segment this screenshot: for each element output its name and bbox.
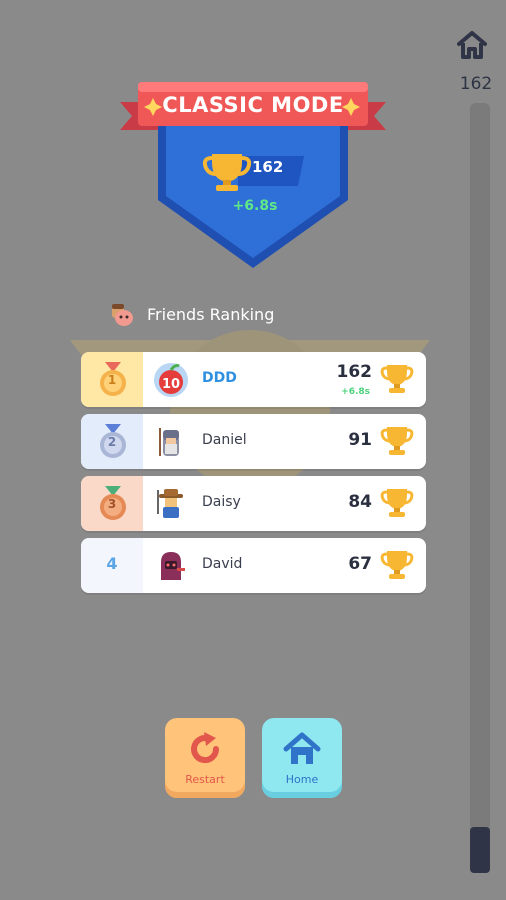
rank-cell: 4: [81, 538, 143, 593]
rank-cell: 1: [81, 352, 143, 407]
player-score: 84: [348, 492, 372, 512]
player-score: 91: [348, 430, 372, 450]
avatar-wizard-icon: [153, 424, 189, 460]
ranking-row-4[interactable]: 4 David 67: [81, 538, 426, 593]
rank-number: 2: [107, 435, 117, 449]
home-label: Home: [285, 773, 319, 786]
player-score: 162: [336, 362, 373, 382]
rank-number: 1: [107, 373, 117, 387]
trophy-icon: [380, 548, 414, 582]
avatar-badge-text: 10: [162, 377, 180, 392]
trophy-icon: [380, 486, 414, 520]
rank-number: 4: [106, 554, 118, 573]
home-icon: [283, 732, 321, 764]
home-button[interactable]: Home: [262, 718, 342, 798]
progress-track: [470, 103, 490, 873]
avatar-farmer-icon: [153, 486, 189, 522]
player-name: DDD: [202, 370, 237, 386]
player-name: Daniel: [202, 432, 247, 448]
player-name: David: [202, 556, 243, 572]
badge-score: 162: [252, 158, 284, 176]
trophy-icon: [380, 424, 414, 458]
home-icon[interactable]: [455, 28, 489, 62]
rank-number: 3: [107, 497, 117, 511]
mode-title: CLASSIC MODE: [162, 93, 344, 117]
ranking-row-3[interactable]: 3 Daisy 84: [81, 476, 426, 531]
badge-time-delta: +6.8s: [232, 198, 278, 214]
player-time-delta: +6.8s: [341, 387, 370, 397]
avatar-hooded-icon: [153, 548, 189, 584]
restart-icon: [191, 732, 220, 764]
restart-button[interactable]: Restart: [165, 718, 245, 798]
progress-fill: [470, 827, 490, 873]
rank-cell: 2: [81, 414, 143, 469]
avatar-apple-icon: 10: [153, 362, 189, 398]
trophy-icon: [380, 362, 414, 396]
top-score-value: 162: [459, 74, 493, 94]
rank-cell: 3: [81, 476, 143, 531]
player-name: Daisy: [202, 494, 241, 510]
ranking-row-2[interactable]: 2 Daniel 91: [81, 414, 426, 469]
player-score: 67: [348, 554, 372, 574]
ranking-row-1[interactable]: 1 10 DDD 162 +6.8s: [81, 352, 426, 407]
restart-label: Restart: [185, 773, 225, 786]
